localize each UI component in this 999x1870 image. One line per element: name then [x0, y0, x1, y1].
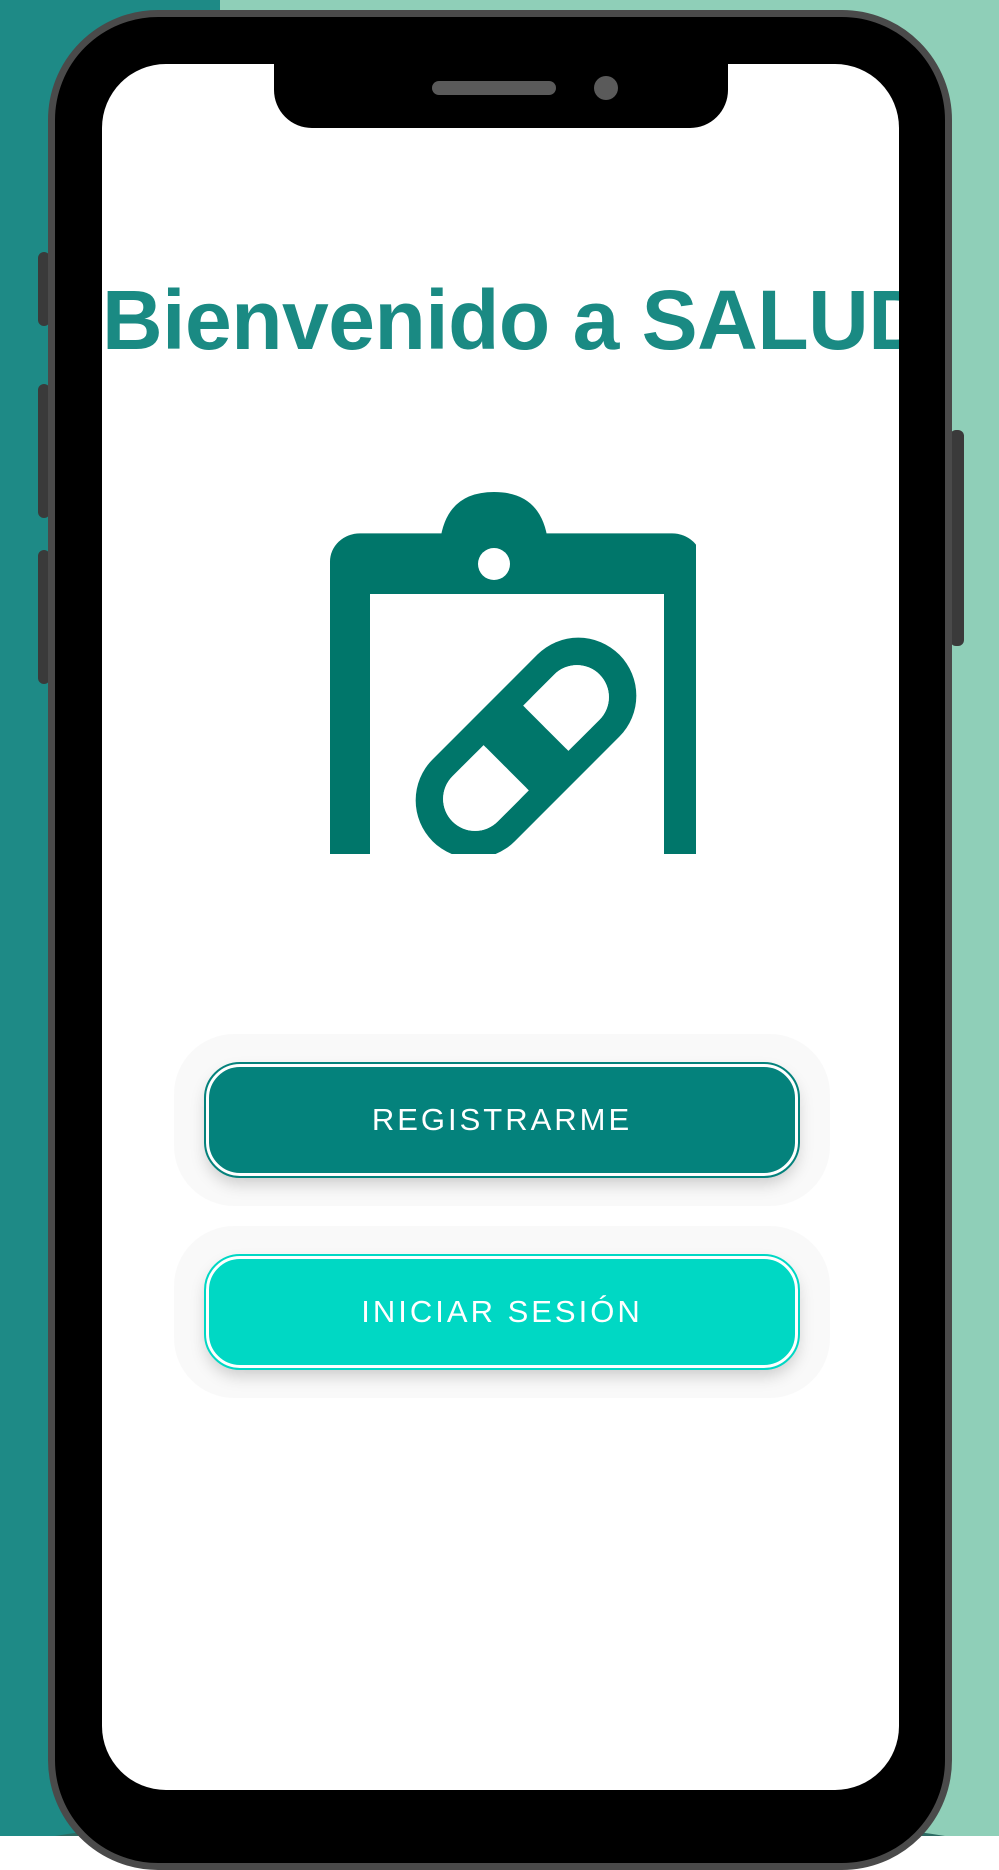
app-screen: Bienvenido a SALUD+ REGISTRARME INICIAR … [102, 64, 899, 1790]
phone-speaker [432, 81, 556, 95]
phone-power-button [950, 430, 964, 646]
login-button[interactable]: INICIAR SESIÓN [204, 1254, 800, 1370]
welcome-title: Bienvenido a SALUD+ [102, 273, 899, 367]
register-button[interactable]: REGISTRARME [204, 1062, 800, 1178]
phone-notch [274, 62, 728, 128]
clipboard-pill-icon [330, 492, 696, 854]
front-camera [594, 76, 618, 100]
